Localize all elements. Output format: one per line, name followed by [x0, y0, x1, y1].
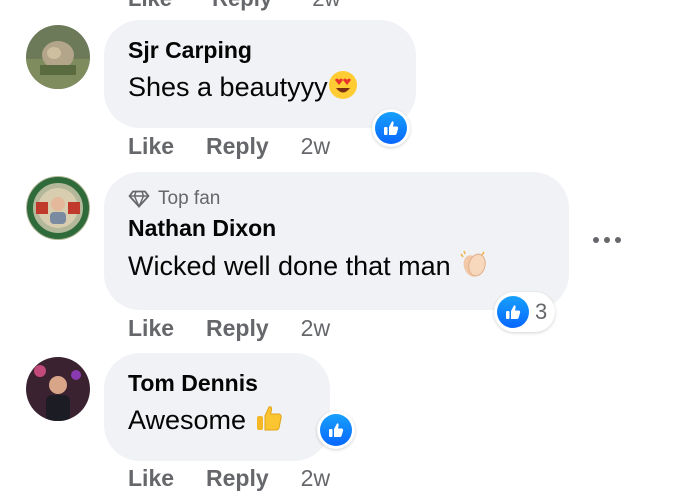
comment-text-content: Wicked well done that man [128, 251, 451, 282]
reply-link[interactable]: Reply [212, 0, 272, 11]
timestamp[interactable]: 2w [301, 465, 330, 492]
like-reaction[interactable] [317, 411, 355, 449]
like-link[interactable]: Like [128, 133, 174, 160]
comment-text-content: Awesome [128, 405, 247, 436]
clapping-hands-emoji-icon [458, 248, 490, 288]
diamond-icon [128, 190, 150, 208]
comment-text: Wicked well done that man [128, 248, 545, 288]
reply-link[interactable]: Reply [206, 315, 269, 342]
author-name[interactable]: Tom Dennis [128, 369, 306, 397]
timestamp[interactable]: 2w [312, 0, 340, 11]
thumbs-up-icon [506, 305, 521, 319]
avatar[interactable] [26, 25, 90, 89]
more-options-icon[interactable] [590, 228, 626, 252]
comment-actions: Like Reply 2w [128, 315, 330, 342]
badge-label: Top fan [158, 188, 221, 209]
comment-bubble: Tom Dennis Awesome [104, 353, 330, 461]
thumbs-up-icon [329, 423, 344, 437]
comment-text: Shes a beautyyy [128, 70, 392, 108]
timestamp[interactable]: 2w [301, 315, 330, 342]
comment-text-content: Shes a beautyyy [128, 72, 328, 103]
reply-link[interactable]: Reply [206, 133, 269, 160]
like-link[interactable]: Like [128, 465, 174, 492]
comment-actions: Like Reply 2w [128, 133, 330, 160]
previous-comment-actions: Like Reply 2w [128, 0, 374, 12]
comment-bubble: Top fan Nathan Dixon Wicked well done th… [104, 172, 569, 310]
thumbs-up-icon [384, 121, 399, 135]
reaction-summary[interactable]: 3 [494, 292, 556, 332]
author-name[interactable]: Nathan Dixon [128, 214, 545, 242]
author-name[interactable]: Sjr Carping [128, 36, 392, 64]
avatar[interactable] [26, 176, 90, 240]
like-reaction[interactable] [372, 109, 410, 147]
comment-actions: Like Reply 2w [128, 465, 330, 492]
reply-link[interactable]: Reply [206, 465, 269, 492]
reaction-count: 3 [535, 299, 548, 324]
avatar[interactable] [26, 357, 90, 421]
like-link[interactable]: Like [128, 0, 172, 11]
heart-eyes-emoji-icon [328, 70, 358, 108]
thumbs-up-emoji-icon [254, 403, 284, 441]
timestamp[interactable]: 2w [301, 133, 330, 160]
top-fan-badge: Top fan [128, 188, 545, 210]
like-link[interactable]: Like [128, 315, 174, 342]
like-reaction [497, 296, 529, 328]
comment-text: Awesome [128, 403, 306, 441]
comment-bubble: Sjr Carping Shes a beautyyy [104, 20, 416, 128]
